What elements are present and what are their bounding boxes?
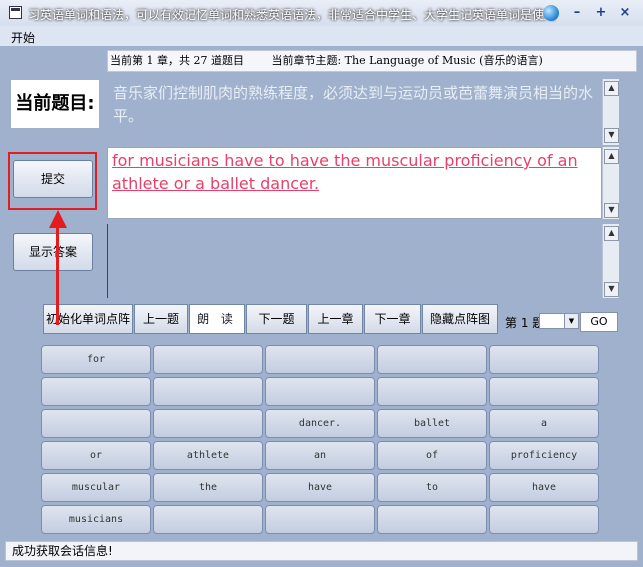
- word-cell[interactable]: musicians: [41, 505, 151, 534]
- word-cell[interactable]: [41, 409, 151, 438]
- window-title: 习英语单词和语法，可以有效记忆单词和熟悉英语语法，非常适合中学生、大学生记英语单…: [28, 8, 557, 22]
- word-cell[interactable]: have: [489, 473, 599, 502]
- word-cell[interactable]: [41, 377, 151, 406]
- question-label: 当前题目:: [11, 80, 99, 128]
- show-answer-button[interactable]: 显示答案: [13, 233, 93, 271]
- chapter-info-bar: 当前第 1 章，共 27 道题目 当前章节主题: The Language of…: [107, 50, 637, 72]
- word-cell[interactable]: muscular: [41, 473, 151, 502]
- question-scrollbar[interactable]: ▲ ▼: [602, 79, 619, 145]
- word-cell[interactable]: [265, 345, 375, 374]
- hide-grid-button[interactable]: 隐藏点阵图: [422, 304, 498, 334]
- close-button[interactable]: ×: [616, 4, 634, 22]
- chapter-info: 当前第 1 章，共 27 道题目: [110, 54, 244, 67]
- scroll-up-icon[interactable]: ▲: [604, 149, 619, 164]
- scroll-down-icon[interactable]: ▼: [604, 203, 619, 218]
- next-question-button[interactable]: 下一题: [246, 304, 307, 334]
- word-cell[interactable]: [489, 345, 599, 374]
- annotation-arrow-head: [49, 210, 67, 228]
- word-cell[interactable]: of: [377, 441, 487, 470]
- word-cell[interactable]: an: [265, 441, 375, 470]
- word-cell[interactable]: proficiency: [489, 441, 599, 470]
- app-icon: [9, 6, 22, 19]
- word-cell[interactable]: [489, 377, 599, 406]
- word-cell[interactable]: [153, 377, 263, 406]
- word-cell[interactable]: have: [265, 473, 375, 502]
- menu-start[interactable]: 开始: [11, 29, 35, 46]
- word-cell[interactable]: [153, 345, 263, 374]
- scroll-up-icon[interactable]: ▲: [604, 226, 619, 241]
- answer-input[interactable]: [107, 224, 602, 298]
- word-cell[interactable]: athlete: [153, 441, 263, 470]
- question-text: 音乐家们控制肌肉的熟练程度，必须达到与运动员或芭蕾舞演员相当的水平。: [107, 79, 602, 145]
- highlight-frame: [8, 152, 97, 210]
- prev-question-button[interactable]: 上一题: [134, 304, 188, 334]
- word-cell[interactable]: [265, 377, 375, 406]
- page-select[interactable]: ▼: [539, 313, 579, 329]
- word-cell[interactable]: ballet: [377, 409, 487, 438]
- word-cell[interactable]: [153, 409, 263, 438]
- word-cell[interactable]: [377, 505, 487, 534]
- word-cell[interactable]: [153, 505, 263, 534]
- scroll-down-icon[interactable]: ▼: [604, 282, 619, 297]
- minimize-button[interactable]: –: [568, 4, 586, 22]
- go-button[interactable]: GO: [580, 312, 618, 332]
- word-cell[interactable]: a: [489, 409, 599, 438]
- word-cell[interactable]: the: [153, 473, 263, 502]
- word-cell[interactable]: [377, 345, 487, 374]
- word-cell[interactable]: dancer.: [265, 409, 375, 438]
- maximize-button[interactable]: +: [592, 4, 610, 22]
- word-cell[interactable]: [489, 505, 599, 534]
- scroll-up-icon[interactable]: ▲: [604, 81, 619, 96]
- answer-text: for musicians have to have the muscular …: [107, 147, 602, 219]
- word-cell[interactable]: to: [377, 473, 487, 502]
- read-button[interactable]: 朗 读: [189, 304, 245, 334]
- word-cell[interactable]: [265, 505, 375, 534]
- input-scrollbar[interactable]: ▲ ▼: [602, 224, 619, 298]
- chevron-down-icon[interactable]: ▼: [564, 314, 578, 328]
- next-chapter-button[interactable]: 下一章: [364, 304, 421, 334]
- chapter-topic: 当前章节主题: The Language of Music (音乐的语言): [271, 54, 543, 67]
- answer-scrollbar[interactable]: ▲ ▼: [602, 147, 619, 219]
- annotation-arrow: [56, 225, 59, 325]
- scroll-down-icon[interactable]: ▼: [604, 128, 619, 143]
- prev-chapter-button[interactable]: 上一章: [308, 304, 363, 334]
- title-bar: 习英语单词和语法，可以有效记忆单词和熟悉英语语法，非常适合中学生、大学生记英语单…: [0, 0, 643, 27]
- word-cell[interactable]: or: [41, 441, 151, 470]
- globe-icon[interactable]: [543, 5, 559, 21]
- word-cell[interactable]: [377, 377, 487, 406]
- menu-bar: 开始: [0, 26, 643, 46]
- word-cell[interactable]: for: [41, 345, 151, 374]
- status-bar: 成功获取会话信息!: [5, 541, 638, 561]
